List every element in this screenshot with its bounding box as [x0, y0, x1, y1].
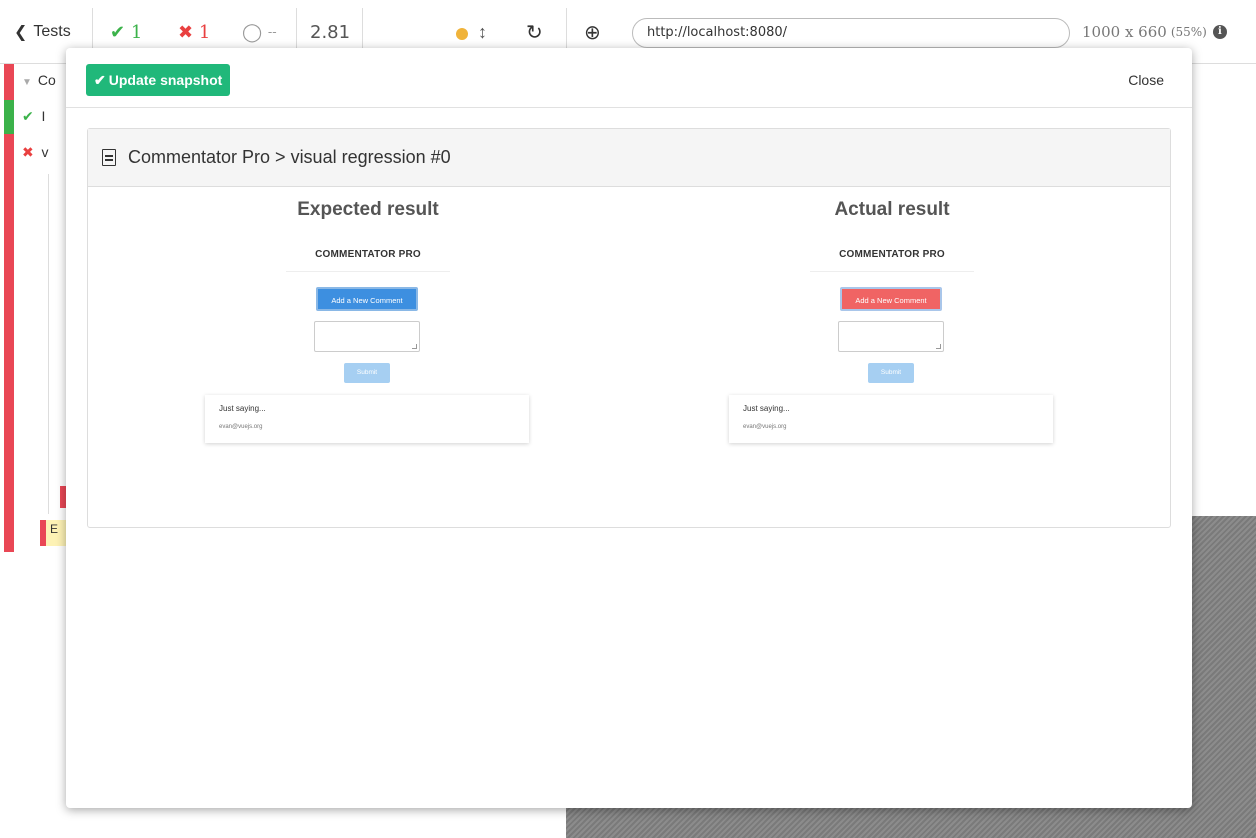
url-bar[interactable]: http://localhost:8080/ — [632, 18, 1070, 48]
test-label: v — [41, 144, 49, 160]
failed-count: 1 — [198, 21, 211, 43]
divider — [92, 8, 93, 48]
update-snapshot-button[interactable]: ✔ Update snapshot — [86, 64, 231, 96]
tests-label: Tests — [33, 23, 71, 40]
snapshot-divider — [286, 271, 450, 272]
divider — [566, 8, 567, 48]
snapshot-comment-text: Just saying... — [743, 404, 790, 413]
close-button[interactable]: Close — [1128, 72, 1164, 88]
test-label: I — [41, 108, 46, 124]
actual-snapshot-image: COMMENTATOR PRO Add a New Comment Submit… — [622, 249, 1162, 489]
pending-circle-icon: ◯ — [242, 21, 263, 43]
snapshot-submit-button: Submit — [868, 363, 914, 383]
check-icon: ✔ — [110, 21, 126, 43]
snapshot-comment-card: Just saying... evan@vuejs.org — [729, 395, 1053, 443]
snapshot-brand: COMMENTATOR PRO — [839, 249, 945, 260]
snapshot-textarea — [838, 321, 944, 352]
actual-result-title: Actual result — [834, 199, 950, 220]
x-icon: ✖ — [22, 144, 34, 160]
snapshot-comment-email: evan@vuejs.org — [219, 424, 263, 430]
check-icon: ✔ — [94, 71, 106, 88]
snapshot-brand: COMMENTATOR PRO — [315, 249, 421, 260]
diff-panel: Commentator Pro > visual regression #0 E… — [87, 128, 1171, 528]
chevron-left-icon: ❮ — [14, 24, 28, 41]
modal-header: ✔ Update snapshot Close — [66, 48, 1192, 108]
snapshot-add-comment-button: Add a New Comment — [316, 287, 418, 311]
actual-result-column: Actual result COMMENTATOR PRO Add a New … — [622, 199, 1162, 443]
panel-title: Commentator Pro > visual regression #0 — [128, 147, 451, 167]
panel-header: Commentator Pro > visual regression #0 — [88, 129, 1170, 187]
suite-row[interactable]: ▼ Co — [22, 72, 56, 88]
snapshot-add-comment-button: Add a New Comment — [840, 287, 942, 311]
x-icon: ✖ — [178, 21, 194, 43]
snapshot-diff-modal: ✔ Update snapshot Close Commentator Pro >… — [66, 48, 1192, 808]
snapshot-textarea — [314, 321, 420, 352]
suite-label: Co — [37, 72, 56, 88]
snapshot-submit-button: Submit — [344, 363, 390, 383]
test-row-failed[interactable]: ✖ v — [22, 144, 49, 161]
viewport-size: 1000 x 660 — [1082, 23, 1167, 41]
command-log-line — [48, 174, 49, 514]
passed-count: 1 — [130, 21, 143, 43]
viewport-scale: (55%) — [1170, 25, 1207, 39]
running-indicator-icon — [456, 28, 468, 40]
divider — [362, 8, 363, 48]
snapshot-comment-text: Just saying... — [219, 404, 266, 413]
expected-result-column: Expected result COMMENTATOR PRO Add a Ne… — [98, 199, 638, 443]
snapshot-comment-email: evan@vuejs.org — [743, 424, 787, 430]
check-icon: ✔ — [22, 108, 34, 124]
passed-state-strip — [4, 100, 14, 134]
caret-down-icon: ▼ — [22, 77, 32, 88]
pending-count: -- — [267, 24, 277, 40]
error-label: E — [50, 522, 59, 536]
test-row-passed[interactable]: ✔ I — [22, 108, 45, 125]
expected-result-title: Expected result — [297, 199, 439, 220]
info-icon[interactable]: i — [1212, 25, 1227, 39]
expected-snapshot-image: COMMENTATOR PRO Add a New Comment Submit… — [98, 249, 638, 489]
snapshot-comment-card: Just saying... evan@vuejs.org — [205, 395, 529, 443]
error-message[interactable]: E — [40, 520, 66, 546]
snapshot-divider — [810, 271, 974, 272]
divider — [296, 8, 297, 48]
update-snapshot-label: Update snapshot — [108, 72, 223, 88]
failed-state-strip — [4, 64, 14, 552]
document-icon — [102, 149, 116, 166]
